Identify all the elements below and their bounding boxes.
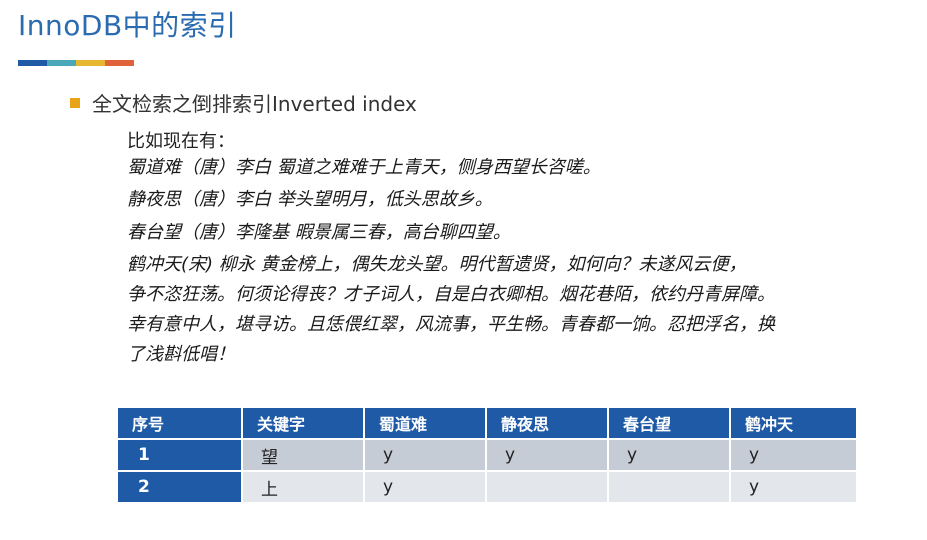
- bullet-item: 全文检索之倒排索引Inverted index: [70, 88, 417, 117]
- table-cell: [486, 470, 609, 502]
- table-cell: [608, 470, 731, 502]
- table-row: 2 上 y y: [118, 470, 856, 502]
- inverted-index-table: 序号 关键字 蜀道难 静夜思 春台望 鹤冲天 1 望 y y y y 2 上 y…: [118, 408, 856, 502]
- header-cell: 春台望: [608, 408, 731, 439]
- header-cell: 关键字: [242, 408, 365, 439]
- table-row: 1 望 y y y y: [118, 438, 856, 471]
- keyword-cell: 望: [242, 438, 365, 471]
- slide-title: InnoDB中的索引: [18, 9, 237, 42]
- poem-line: 静夜思（唐）李白 举头望明月，低头思故乡。: [127, 189, 493, 210]
- bar-segment-yellow: [76, 60, 105, 66]
- long-poem-line: 争不恣狂荡。何须论得丧？才子词人，自是白衣卿相。烟花巷陌，依约丹青屏障。: [127, 284, 775, 305]
- header-cell: 蜀道难: [364, 408, 487, 439]
- table-cell: y: [486, 438, 609, 471]
- long-poem-line: 幸有意中人，堪寻访。且恁偎红翠，风流事，平生畅。青春都一饷。忍把浮名，换: [127, 314, 775, 335]
- table-cell: y: [608, 438, 731, 471]
- poem-line: 春台望（唐）李隆基 暇景属三春，高台聊四望。: [127, 222, 511, 243]
- header-cell: 序号: [118, 408, 243, 439]
- table-cell: y: [364, 470, 487, 502]
- row-number-cell: 2: [118, 470, 243, 502]
- table-header-row: 序号 关键字 蜀道难 静夜思 春台望 鹤冲天: [118, 408, 856, 439]
- table-cell: y: [730, 438, 856, 471]
- poem-line: 蜀道难（唐）李白 蜀道之难难于上青天，侧身西望长咨嗟。: [127, 157, 601, 178]
- keyword-cell: 上: [242, 470, 365, 502]
- long-poem: 鹤冲天(宋) 柳永 黄金榜上，偶失龙头望。明代暂遗贤，如何向？未遂风云便， 争不…: [127, 250, 897, 370]
- title-underline-bar: [18, 60, 134, 66]
- table-cell: y: [730, 470, 856, 502]
- bar-segment-teal: [47, 60, 76, 66]
- long-poem-line: 鹤冲天(宋) 柳永 黄金榜上，偶失龙头望。明代暂遗贤，如何向？未遂风云便，: [127, 254, 747, 275]
- bullet-square-icon: [70, 97, 80, 108]
- header-cell: 静夜思: [486, 408, 609, 439]
- row-number-cell: 1: [118, 438, 243, 471]
- long-poem-line: 了浅斟低唱！: [127, 344, 235, 365]
- bar-segment-orange: [105, 60, 134, 66]
- bar-segment-blue: [18, 60, 47, 66]
- header-cell: 鹤冲天: [730, 408, 856, 439]
- bullet-text: 全文检索之倒排索引Inverted index: [92, 92, 417, 116]
- intro-text: 比如现在有：: [127, 131, 235, 152]
- table-cell: y: [364, 438, 487, 471]
